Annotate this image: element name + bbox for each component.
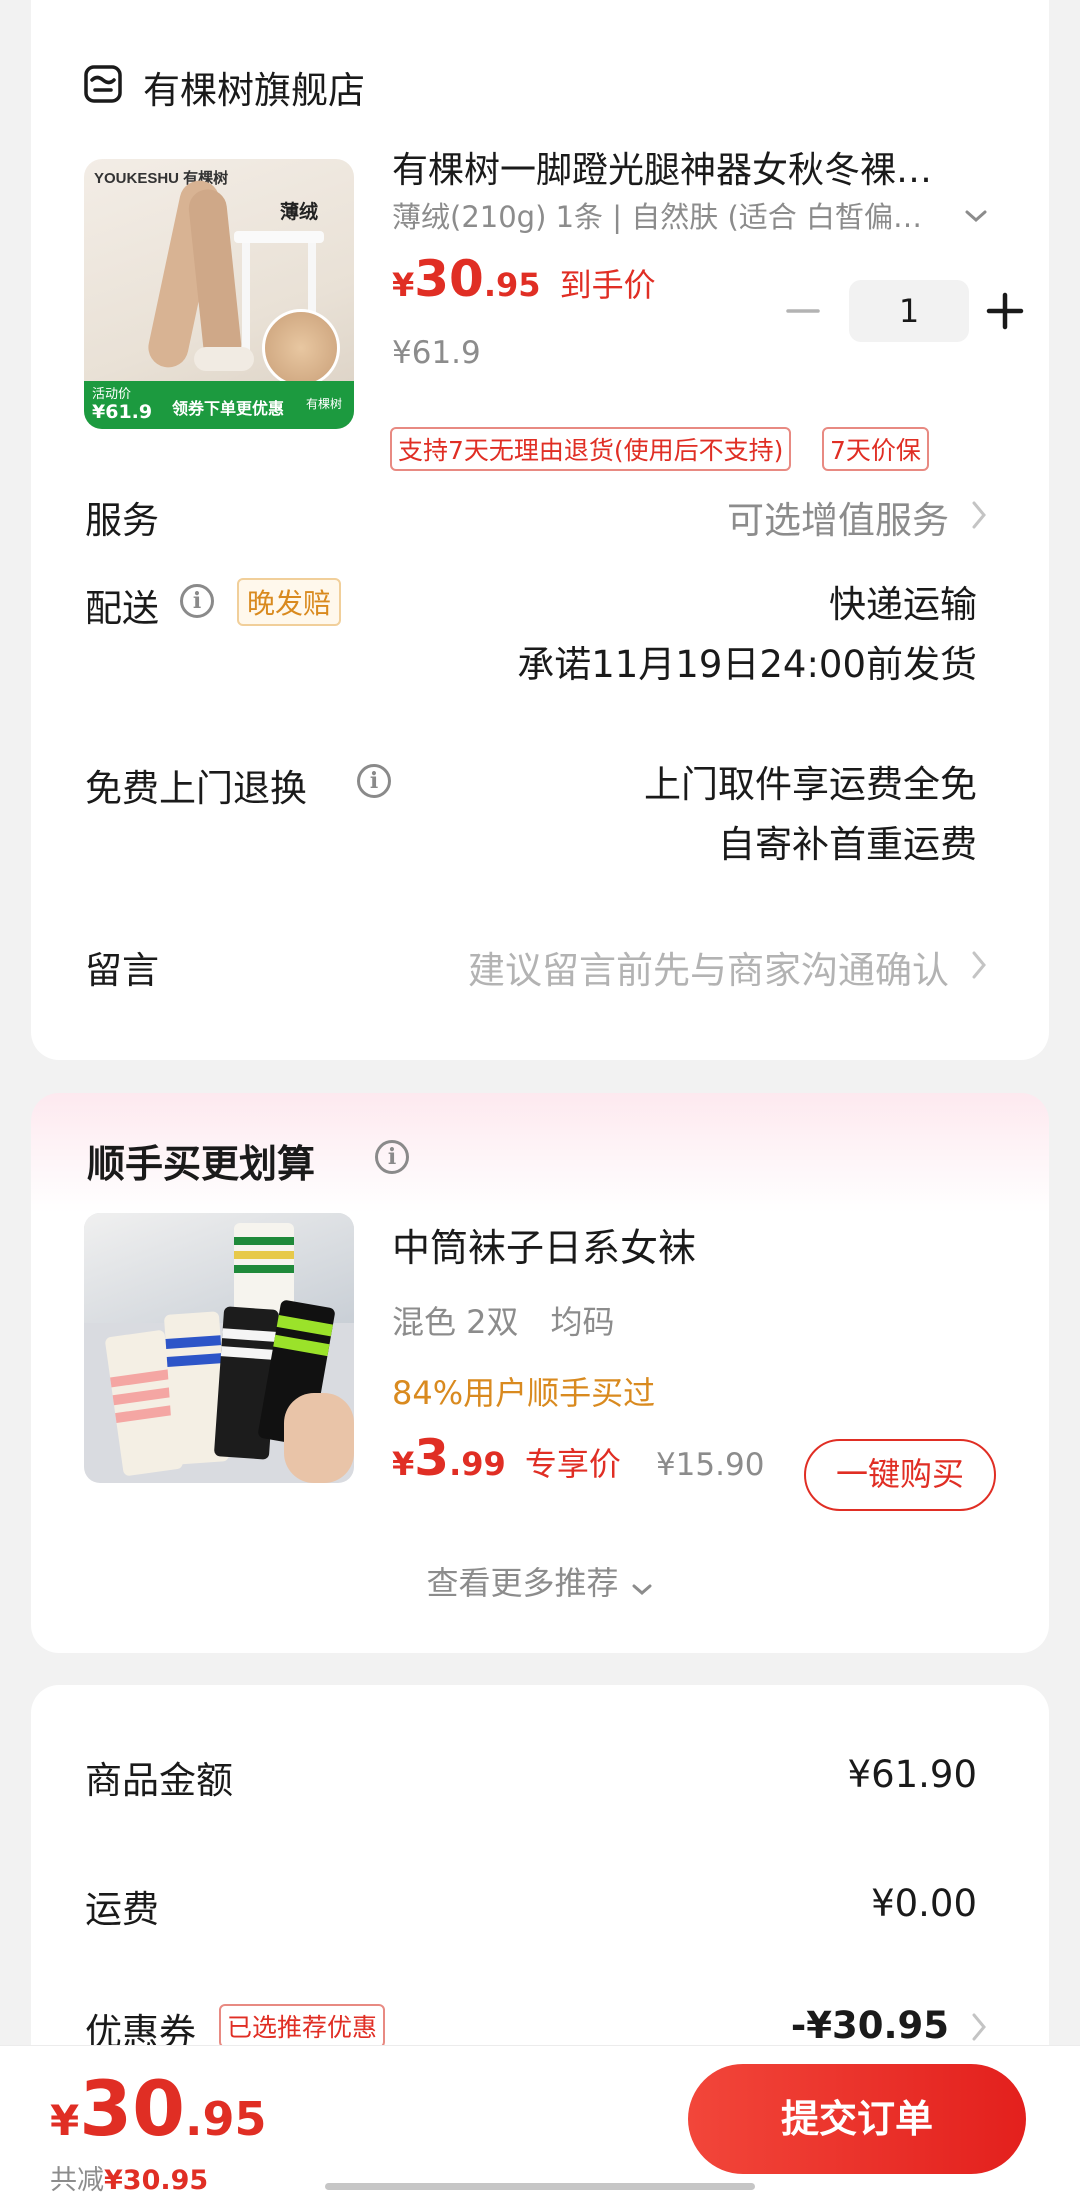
service-label: 服务 xyxy=(85,499,159,542)
goods-amount-label: 商品金额 xyxy=(85,1759,233,1802)
addon-card: 顺手买更划算 i 中筒袜子日系女袜 混色 2双 均码 84%用户顺手买过 ¥3.… xyxy=(31,1093,1049,1653)
store-name: 有棵树旗舰店 xyxy=(143,69,365,112)
message-input[interactable]: 建议留言前先与商家沟通确认 xyxy=(468,940,949,994)
total-saved-label: 共减 xyxy=(50,2165,104,2193)
total-price-decimal: .95 xyxy=(185,2092,267,2146)
total-saved: 共减¥30.95 xyxy=(50,2158,208,2193)
quantity-stepper: 1 xyxy=(756,280,1026,342)
addon-info-icon[interactable]: i xyxy=(375,1140,409,1174)
home-indicator xyxy=(325,2183,755,2190)
delivery-label: 配送 xyxy=(85,587,159,630)
addon-price-decimal: .99 xyxy=(449,1445,506,1483)
message-label: 留言 xyxy=(85,949,159,992)
addon-title[interactable]: 中筒袜子日系女袜 xyxy=(392,1217,696,1272)
more-recommendations-label: 查看更多推荐 xyxy=(426,1564,619,1602)
promo-label: 活动价 xyxy=(92,387,132,402)
price-symbol: ¥ xyxy=(392,266,415,304)
chevron-down-icon[interactable] xyxy=(963,208,989,224)
addon-spec: 混色 2双 均码 xyxy=(392,1303,615,1341)
promo-price: ¥61.9 xyxy=(92,401,153,423)
shipping-label: 运费 xyxy=(85,1888,159,1931)
quantity-input[interactable]: 1 xyxy=(849,280,969,342)
message-row[interactable]: 留言 建议留言前先与商家沟通确认 xyxy=(31,922,1049,1002)
coupon-value: -¥30.95 xyxy=(790,2004,949,2047)
promo-brand: 有棵树 xyxy=(306,397,343,411)
addon-original-price: ¥15.90 xyxy=(655,1447,765,1483)
total-saved-value: ¥30.95 xyxy=(104,2165,209,2193)
delivery-promise: 承诺11月19日24:00前发货 xyxy=(517,643,977,686)
free-return-info-icon[interactable]: i xyxy=(357,764,391,798)
decrease-button[interactable] xyxy=(786,298,820,324)
total-price: ¥30.95 xyxy=(50,2064,267,2153)
product-image[interactable]: YOUKESHU 有棵树 薄绒 活动价 ¥61.9 领券下单更优惠 有棵树 xyxy=(84,159,354,429)
addon-product-image[interactable] xyxy=(84,1213,354,1483)
product-title[interactable]: 有棵树一脚蹬光腿神器女秋冬裸… xyxy=(392,141,992,193)
late-compensation-badge: 晚发赔 xyxy=(237,578,342,626)
original-price: ¥61.9 xyxy=(392,335,481,371)
store-icon xyxy=(84,65,122,103)
price-protect-tag: 7天价保 xyxy=(822,427,929,471)
coupon-selected-tag: 已选推荐优惠 xyxy=(219,2004,386,2048)
product-image-badge: 薄绒 xyxy=(280,201,319,223)
addon-section-title: 顺手买更划算 xyxy=(87,1142,316,1186)
total-price-integer: 30 xyxy=(79,2064,185,2153)
more-recommendations-button[interactable]: 查看更多推荐 xyxy=(31,1558,1049,1604)
order-item-card: 有棵树旗舰店 YOUKESHU 有棵树 薄绒 活动价 ¥61.9 领券下单更优惠… xyxy=(31,0,1049,1060)
product-price: ¥30.95 到手价 xyxy=(392,250,656,310)
promo-text: 领券下单更优惠 xyxy=(172,399,285,418)
free-return-label: 免费上门退换 xyxy=(85,767,307,810)
addon-price-label: 专享价 xyxy=(524,1445,621,1483)
goods-amount-value: ¥61.90 xyxy=(847,1753,977,1796)
addon-stat: 84%用户顺手买过 xyxy=(392,1374,656,1412)
price-decimal: .95 xyxy=(483,266,541,304)
chevron-right-icon xyxy=(972,501,986,529)
addon-price: ¥3.99 专享价 ¥15.90 xyxy=(392,1429,764,1487)
return-policy-tag: 支持7天无理由退货(使用后不支持) xyxy=(390,427,792,471)
price-integer: 30 xyxy=(414,250,484,308)
delivery-info-icon[interactable]: i xyxy=(180,584,214,618)
product-image-promo: 活动价 ¥61.9 领券下单更优惠 有棵树 xyxy=(84,381,354,429)
free-return-line1: 上门取件享运费全免 xyxy=(644,763,977,806)
service-value: 可选增值服务 xyxy=(727,499,949,542)
submit-order-button[interactable]: 提交订单 xyxy=(688,2064,1026,2174)
store-header[interactable]: 有棵树旗舰店 xyxy=(83,60,683,120)
service-row[interactable]: 服务 可选增值服务 xyxy=(31,470,1049,550)
one-click-buy-button[interactable]: 一键购买 xyxy=(804,1439,996,1511)
increase-button[interactable] xyxy=(986,292,1024,330)
delivery-row: 配送 i 晚发赔 快递运输 承诺11月19日24:00前发货 xyxy=(31,560,1049,690)
checkout-bar: ¥30.95 共减¥30.95 提交订单 xyxy=(0,2045,1080,2193)
addon-price-symbol: ¥ xyxy=(392,1445,415,1483)
total-price-symbol: ¥ xyxy=(50,2096,80,2145)
chevron-right-icon xyxy=(972,2013,986,2041)
delivery-method: 快递运输 xyxy=(829,583,977,626)
addon-price-integer: 3 xyxy=(414,1429,450,1487)
free-return-line2: 自寄补首重运费 xyxy=(718,823,977,866)
free-return-row: 免费上门退换 i 上门取件享运费全免 自寄补首重运费 xyxy=(31,740,1049,870)
product-spec[interactable]: 薄绒(210g) 1条 | 自然肤 (适合 白皙偏… xyxy=(392,194,932,236)
chevron-right-icon xyxy=(972,951,986,979)
price-label: 到手价 xyxy=(559,266,656,304)
chevron-down-icon xyxy=(632,1584,652,1595)
shipping-value: ¥0.00 xyxy=(871,1882,977,1925)
